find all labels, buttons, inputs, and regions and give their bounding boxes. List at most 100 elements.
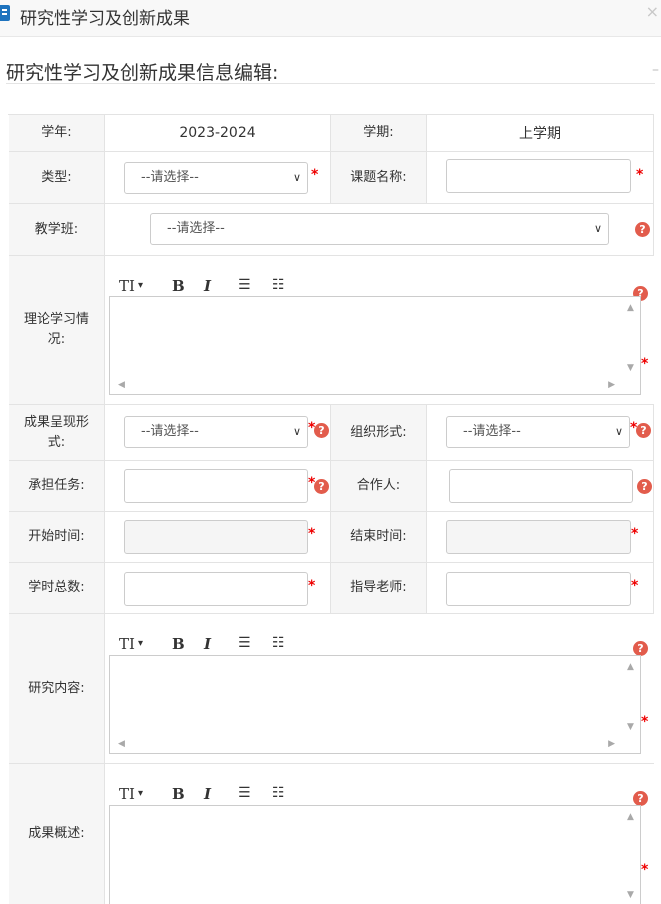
font-size-caret-icon[interactable]: ▾ — [138, 280, 143, 291]
topic-name-input[interactable] — [446, 159, 631, 193]
scroll-left-icon[interactable]: ◀ — [118, 380, 125, 390]
numbered-list-icon[interactable]: ☷ — [272, 635, 285, 651]
numbered-list-icon[interactable]: ☷ — [272, 277, 285, 293]
row-time: 开始时间: * 结束时间: * — [9, 512, 654, 563]
scroll-left-icon[interactable]: ◀ — [118, 739, 125, 749]
advisor-cell: * — [427, 563, 654, 613]
scroll-up-icon[interactable]: ▲ — [627, 812, 634, 822]
theory-study-editor: TI ▾ B I ☰ ☷ ? ▲ ▼ ◀ ▶ * — [105, 256, 654, 404]
result-summary-editor: TI ▾ B I ☰ ☷ ? ▲ ▼ * — [105, 764, 654, 904]
italic-icon[interactable]: I — [204, 785, 211, 803]
result-form-select-value: --请选择-- — [141, 424, 199, 439]
vertical-scrollbar[interactable]: ▲ ▼ — [623, 806, 640, 904]
org-form-select-value: --请选择-- — [463, 424, 521, 439]
question-circle-icon[interactable]: ? — [635, 222, 650, 237]
partner-cell: ? — [427, 461, 654, 511]
task-input[interactable] — [124, 469, 308, 503]
bullet-list-icon[interactable]: ☰ — [238, 635, 251, 651]
scroll-down-icon[interactable]: ▼ — [627, 363, 634, 373]
row-research-content: 研究内容: TI ▾ B I ☰ ☷ ? ▲ ▼ ◀ ▶ * — [9, 614, 654, 764]
horizontal-scrollbar[interactable]: ◀ ▶ — [110, 736, 623, 753]
bold-icon[interactable]: B — [172, 785, 185, 803]
teaching-class-select[interactable]: --请选择-- ∨ — [150, 213, 609, 245]
collapse-icon[interactable]: – — [652, 62, 659, 78]
italic-icon[interactable]: I — [204, 635, 211, 653]
advisor-input[interactable] — [446, 572, 631, 606]
vertical-scrollbar[interactable]: ▲ ▼ — [623, 656, 640, 736]
required-mark: * — [641, 862, 649, 878]
chevron-down-icon: ∨ — [614, 425, 623, 438]
task-label: 承担任务: — [9, 461, 105, 511]
bullet-list-icon[interactable]: ☰ — [238, 277, 251, 293]
scroll-up-icon[interactable]: ▲ — [627, 662, 634, 672]
chevron-down-icon: ∨ — [292, 425, 301, 438]
row-teaching-class: 教学班: --请选择-- ∨ ? — [9, 204, 654, 256]
question-circle-icon[interactable]: ? — [637, 479, 652, 494]
type-select-value: --请选择-- — [141, 170, 199, 185]
total-hours-input[interactable] — [124, 572, 308, 606]
scroll-right-icon[interactable]: ▶ — [608, 739, 615, 749]
scroll-right-icon[interactable]: ▶ — [608, 380, 615, 390]
question-circle-icon[interactable]: ? — [314, 423, 329, 438]
row-result-summary: 成果概述: TI ▾ B I ☰ ☷ ? ▲ ▼ * — [9, 764, 654, 904]
question-circle-icon[interactable]: ? — [633, 641, 648, 656]
partner-label: 合作人: — [331, 461, 427, 511]
numbered-list-icon[interactable]: ☷ — [272, 785, 285, 801]
required-mark: * — [631, 578, 639, 594]
horizontal-scrollbar[interactable]: ◀ ▶ — [110, 377, 623, 394]
required-mark: * — [308, 578, 316, 594]
required-mark: * — [636, 167, 644, 183]
font-size-caret-icon[interactable]: ▾ — [138, 638, 143, 649]
editor-toolbar: TI ▾ B I ☰ ☷ — [105, 635, 305, 655]
school-year-value: 2023-2024 — [105, 115, 331, 151]
teaching-class-select-value: --请选择-- — [167, 221, 225, 236]
font-size-icon[interactable]: TI — [119, 785, 135, 803]
result-summary-textarea[interactable]: ▲ ▼ — [109, 805, 641, 904]
required-mark: * — [631, 526, 639, 542]
start-time-cell: * — [105, 512, 331, 562]
scroll-down-icon[interactable]: ▼ — [627, 722, 634, 732]
result-form-select[interactable]: --请选择-- ∨ — [124, 416, 308, 448]
bold-icon[interactable]: B — [172, 635, 185, 653]
scroll-up-icon[interactable]: ▲ — [627, 303, 634, 313]
row-theory-study: 理论学习情况: TI ▾ B I ☰ ☷ ? ▲ ▼ ◀ ▶ * — [9, 256, 654, 405]
scroll-down-icon[interactable]: ▼ — [627, 890, 634, 900]
question-circle-icon[interactable]: ? — [314, 479, 329, 494]
question-circle-icon[interactable]: ? — [633, 791, 648, 806]
dialog-titlebar: 研究性学习及创新成果 × — [0, 0, 661, 37]
row-school-year: 学年: 2023-2024 学期: 上学期 — [9, 115, 654, 152]
research-content-label: 研究内容: — [9, 614, 105, 763]
font-size-caret-icon[interactable]: ▾ — [138, 788, 143, 799]
bullet-list-icon[interactable]: ☰ — [238, 785, 251, 801]
bold-icon[interactable]: B — [172, 277, 185, 295]
teaching-class-cell: --请选择-- ∨ ? — [105, 204, 654, 255]
partner-input[interactable] — [449, 469, 633, 503]
font-size-icon[interactable]: TI — [119, 635, 135, 653]
italic-icon[interactable]: I — [204, 277, 211, 295]
theory-study-label: 理论学习情况: — [9, 256, 105, 404]
row-task: 承担任务: * ? 合作人: ? — [9, 461, 654, 512]
chevron-down-icon: ∨ — [292, 171, 301, 184]
research-content-textarea[interactable]: ▲ ▼ ◀ ▶ — [109, 655, 641, 754]
start-time-input[interactable] — [124, 520, 308, 554]
research-content-editor: TI ▾ B I ☰ ☷ ? ▲ ▼ ◀ ▶ * — [105, 614, 654, 763]
semester-label: 学期: — [331, 115, 427, 151]
end-time-input[interactable] — [446, 520, 631, 554]
type-select[interactable]: --请选择-- ∨ — [124, 162, 308, 194]
org-form-select[interactable]: --请选择-- ∨ — [446, 416, 630, 448]
required-mark: * — [641, 714, 649, 730]
close-icon[interactable]: × — [646, 2, 659, 21]
editor-toolbar: TI ▾ B I ☰ ☷ — [105, 785, 305, 805]
vertical-scrollbar[interactable]: ▲ ▼ — [623, 297, 640, 377]
required-mark: * — [308, 526, 316, 542]
editor-toolbar: TI ▾ B I ☰ ☷ — [105, 277, 305, 297]
semester-value: 上学期 — [427, 115, 654, 151]
required-mark: * — [641, 356, 649, 372]
total-hours-cell: * — [105, 563, 331, 613]
theory-study-textarea[interactable]: ▲ ▼ ◀ ▶ — [109, 296, 641, 395]
task-cell: * ? — [105, 461, 331, 511]
edit-form: 学年: 2023-2024 学期: 上学期 类型: --请选择-- ∨ * 课题… — [8, 114, 654, 904]
end-time-cell: * — [427, 512, 654, 562]
question-circle-icon[interactable]: ? — [636, 423, 651, 438]
font-size-icon[interactable]: TI — [119, 277, 135, 295]
